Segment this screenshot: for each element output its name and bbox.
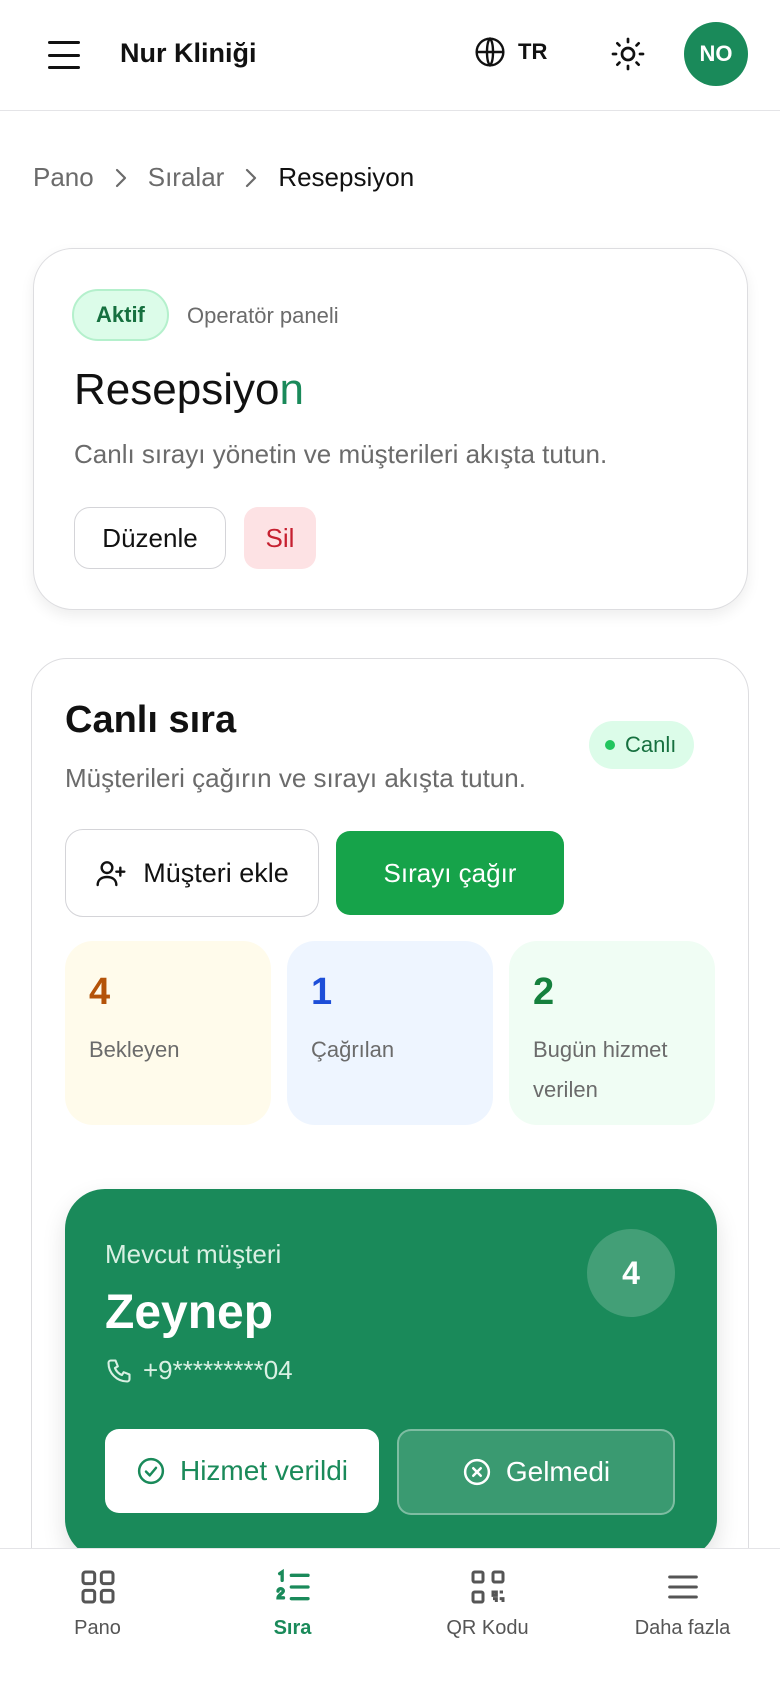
avatar[interactable]: NO bbox=[684, 22, 748, 86]
language-switcher[interactable]: TR bbox=[474, 36, 547, 68]
top-app-bar: Nur Kliniği TR NO bbox=[0, 0, 780, 111]
phone-icon bbox=[107, 1358, 131, 1383]
no-show-button[interactable]: Gelmedi bbox=[397, 1429, 675, 1515]
status-badge: Aktif bbox=[72, 289, 169, 341]
qr-code-icon bbox=[471, 1570, 504, 1604]
user-plus-icon bbox=[96, 861, 126, 887]
current-customer-phone: +9*********04 bbox=[105, 1355, 293, 1386]
live-dot-icon bbox=[605, 740, 615, 750]
x-circle-icon bbox=[463, 1458, 490, 1486]
stat-waiting-value: 4 bbox=[89, 971, 111, 1013]
chevron-right-icon bbox=[244, 167, 258, 189]
dashboard-icon bbox=[81, 1570, 114, 1604]
nav-item-pano[interactable]: Pano bbox=[0, 1567, 195, 1640]
stat-waiting-label: Bekleyen bbox=[89, 1037, 180, 1062]
breadcrumb: Pano Sıralar Resepsiyon bbox=[33, 162, 414, 193]
add-customer-label: Müşteri ekle bbox=[143, 857, 289, 888]
queue-number-badge: 4 bbox=[587, 1229, 675, 1317]
queue-info-card: Aktif Operatör paneli Resepsiyon Canlı s… bbox=[33, 248, 748, 610]
served-button-label: Hizmet verildi bbox=[179, 1455, 349, 1486]
menu-icon bbox=[667, 1575, 698, 1599]
stat-served: 2 Bugün hizmet verilen bbox=[509, 941, 715, 1125]
language-code: TR bbox=[518, 39, 548, 64]
phone-number: +9*********04 bbox=[143, 1355, 293, 1385]
page-title-accent: n bbox=[279, 365, 304, 414]
edit-button[interactable]: Düzenle bbox=[74, 507, 226, 569]
ordered-list-icon bbox=[275, 1568, 310, 1601]
menu-icon[interactable] bbox=[44, 38, 84, 72]
live-queue-title: Canlı sıra bbox=[65, 699, 237, 741]
current-customer-label: Mevcut müşteri bbox=[105, 1239, 282, 1269]
stat-called-value: 1 bbox=[311, 971, 333, 1013]
served-button[interactable]: Hizmet verildi bbox=[105, 1429, 379, 1513]
add-customer-button[interactable]: Müşteri ekle bbox=[65, 829, 319, 917]
chevron-right-icon bbox=[114, 167, 128, 189]
stat-served-label-line2: verilen bbox=[533, 1077, 598, 1102]
stat-served-value: 2 bbox=[533, 971, 555, 1013]
page-title-main: Resepsiyo bbox=[74, 365, 280, 414]
current-customer-card: Mevcut müşteri Zeynep +9*********04 4 Hi… bbox=[65, 1189, 717, 1559]
app-title: Nur Kliniği bbox=[120, 38, 257, 68]
theme-toggle-button[interactable] bbox=[610, 36, 646, 72]
nav-item-sira[interactable]: Sıra bbox=[195, 1567, 390, 1640]
nav-label-sira: Sıra bbox=[273, 1617, 312, 1639]
live-badge: Canlı bbox=[589, 721, 695, 769]
nav-label-qr-kodu: QR Kodu bbox=[446, 1617, 529, 1639]
call-queue-button[interactable]: Sırayı çağır bbox=[336, 831, 564, 915]
breadcrumb-item-siralar[interactable]: Sıralar bbox=[148, 162, 225, 193]
queue-description: Canlı sırayı yönetin ve müşterileri akış… bbox=[74, 439, 608, 469]
globe-icon bbox=[475, 36, 505, 68]
stat-served-label-line1: Bugün hizmet bbox=[533, 1037, 668, 1062]
nav-item-qr-kodu[interactable]: QR Kodu bbox=[390, 1567, 585, 1640]
nav-label-daha-fazla: Daha fazla bbox=[634, 1617, 731, 1639]
bottom-navigation: Pano Sıra QR Kodu Daha fazla bbox=[0, 1548, 780, 1688]
live-queue-card: Canlı sıra Müşterileri çağırın ve sırayı… bbox=[31, 658, 749, 1688]
stat-called: 1 Çağrılan bbox=[287, 941, 493, 1125]
breadcrumb-item-pano[interactable]: Pano bbox=[33, 162, 94, 193]
page-title: Resepsiyon bbox=[74, 365, 304, 415]
stat-called-label: Çağrılan bbox=[311, 1037, 395, 1062]
breadcrumb-current: Resepsiyon bbox=[278, 162, 415, 192]
check-circle-icon bbox=[137, 1457, 165, 1485]
nav-label-pano: Pano bbox=[74, 1617, 121, 1639]
delete-button[interactable]: Sil bbox=[244, 507, 316, 569]
live-badge-label: Canlı bbox=[625, 732, 677, 757]
live-queue-description: Müşterileri çağırın ve sırayı akışta tut… bbox=[65, 763, 526, 793]
no-show-button-label: Gelmedi bbox=[505, 1456, 611, 1487]
stat-served-label: Bugün hizmet verilen bbox=[533, 1030, 691, 1110]
operator-panel-label: Operatör paneli bbox=[187, 303, 339, 328]
stat-waiting: 4 Bekleyen bbox=[65, 941, 271, 1125]
current-customer-name: Zeynep bbox=[105, 1286, 274, 1339]
nav-item-daha-fazla[interactable]: Daha fazla bbox=[585, 1567, 780, 1640]
sun-icon bbox=[611, 37, 645, 71]
